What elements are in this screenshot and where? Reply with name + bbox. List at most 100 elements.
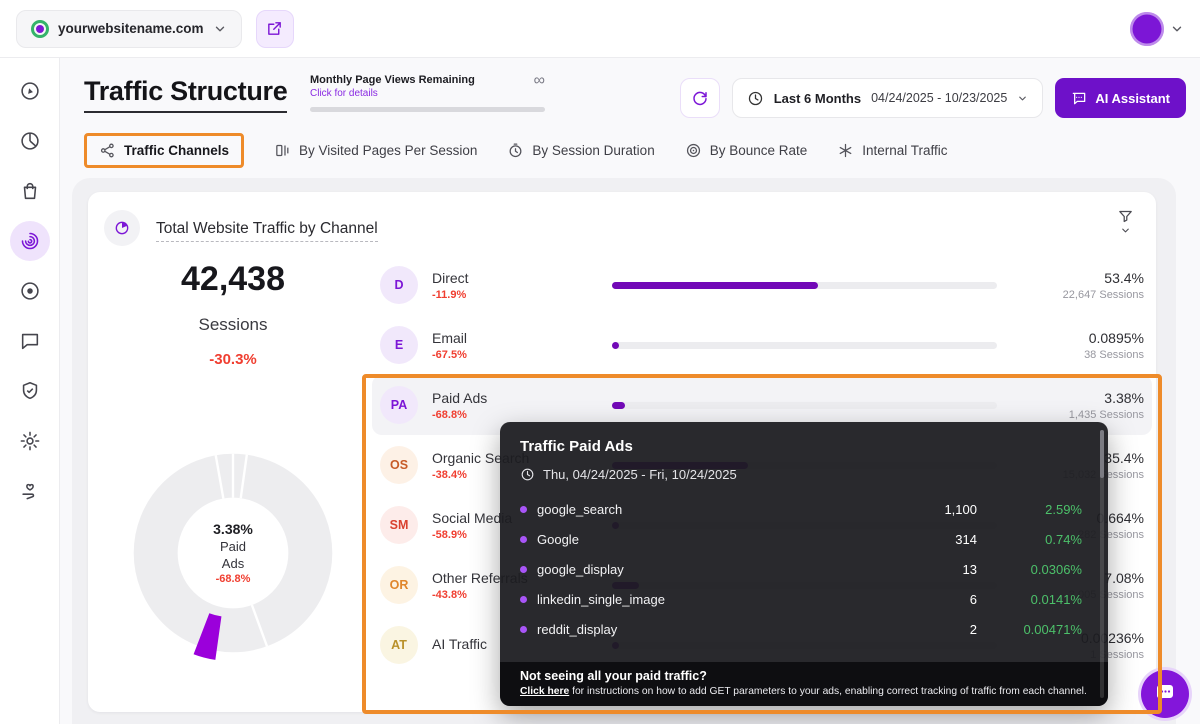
tooltip-row: reddit_display 2 0.00471% xyxy=(520,614,1082,644)
total-sessions-change: -30.3% xyxy=(103,351,363,368)
tooltip-source-name: google_display xyxy=(537,562,624,577)
sidebar-item-feedback[interactable] xyxy=(10,321,50,361)
quota-label: Monthly Page Views Remaining xyxy=(310,74,475,86)
clock-icon xyxy=(747,90,764,107)
tab-bounce-rate[interactable]: By Bounce Rate xyxy=(685,142,808,159)
paid-ads-tooltip: Traffic Paid Ads Thu, 04/24/2025 - Fri, … xyxy=(500,422,1108,706)
date-preset-label: Last 6 Months xyxy=(774,91,861,106)
donut-percent: 3.38% xyxy=(213,521,253,537)
channel-bar-track xyxy=(612,402,997,409)
chevron-down-icon xyxy=(1120,225,1131,236)
site-selector-label: yourwebsitename.com xyxy=(58,21,204,36)
filter-button[interactable] xyxy=(1117,208,1134,236)
ai-assistant-label: AI Assistant xyxy=(1095,91,1170,106)
tab-internal-traffic[interactable]: Internal Traffic xyxy=(837,142,947,159)
tooltip-source-sessions: 6 xyxy=(665,592,977,607)
channel-bar-fill xyxy=(612,402,625,409)
tooltip-source-sessions: 2 xyxy=(617,622,977,637)
tab-visited-pages[interactable]: By Visited Pages Per Session xyxy=(274,142,477,159)
open-site-button[interactable] xyxy=(256,10,294,48)
tab-traffic-channels[interactable]: Traffic Channels xyxy=(84,133,244,168)
tooltip-footer-text: for instructions on how to add GET param… xyxy=(569,686,1087,697)
sidebar-item-reports[interactable] xyxy=(10,121,50,161)
report-tabs: Traffic Channels By Visited Pages Per Se… xyxy=(84,131,948,169)
external-link-icon xyxy=(266,20,283,37)
channel-avatar: AT xyxy=(380,626,418,664)
tooltip-source-percent: 2.59% xyxy=(977,502,1082,517)
sidebar-item-ecommerce[interactable] xyxy=(10,171,50,211)
channel-avatar: OS xyxy=(380,446,418,484)
tab-label: Internal Traffic xyxy=(862,143,947,158)
avatar[interactable] xyxy=(1130,12,1164,46)
tooltip-source-percent: 0.0141% xyxy=(977,592,1082,607)
site-selector[interactable]: yourwebsitename.com xyxy=(16,10,242,48)
site-logo-icon xyxy=(31,20,49,38)
sidebar-item-settings[interactable] xyxy=(10,421,50,461)
channel-percent: 0.0895% xyxy=(997,330,1144,346)
tooltip-source-name: google_search xyxy=(537,502,622,517)
tooltip-scrollbar-thumb[interactable] xyxy=(1100,430,1104,478)
ai-assistant-button[interactable]: AI Assistant xyxy=(1055,78,1186,118)
quota-details-link[interactable]: Click for details xyxy=(310,88,475,99)
clock-icon xyxy=(520,467,535,482)
donut-chart-icon xyxy=(104,210,140,246)
share-nodes-icon xyxy=(99,142,116,159)
donut-label-line1: Paid xyxy=(220,539,246,554)
tooltip-row: Google 314 0.74% xyxy=(520,524,1082,554)
refresh-button[interactable] xyxy=(680,78,720,118)
bounce-rate-icon xyxy=(685,142,702,159)
ai-chat-icon xyxy=(1071,90,1087,106)
bullet-icon xyxy=(520,566,527,573)
tooltip-source-percent: 0.74% xyxy=(977,532,1082,547)
date-range-selector[interactable]: Last 6 Months 04/24/2025 - 10/23/2025 xyxy=(732,78,1044,118)
infinity-value: ∞ xyxy=(534,74,545,88)
channel-change: -11.9% xyxy=(432,289,592,301)
channel-avatar: OR xyxy=(380,566,418,604)
sidebar-item-support[interactable] xyxy=(10,471,50,511)
tooltip-row: google_display 13 0.0306% xyxy=(520,554,1082,584)
channel-bar-track xyxy=(612,342,997,349)
donut-chart[interactable]: 3.38% Paid Ads -68.8% xyxy=(128,448,338,658)
tooltip-source-name: reddit_display xyxy=(537,622,617,637)
channel-row-direct[interactable]: D Direct -11.9% 53.4% 22,647 Sessions xyxy=(372,255,1152,315)
record-icon xyxy=(19,280,41,302)
tooltip-source-sessions: 314 xyxy=(579,532,977,547)
sidebar-item-navigate[interactable] xyxy=(10,71,50,111)
tooltip-source-percent: 0.0306% xyxy=(977,562,1082,577)
channel-name: Paid Ads xyxy=(432,390,592,406)
channel-avatar: SM xyxy=(380,506,418,544)
session-duration-icon xyxy=(507,142,524,159)
channel-name: Direct xyxy=(432,270,592,286)
channel-row-email[interactable]: E Email -67.5% 0.0895% 38 Sessions xyxy=(372,315,1152,375)
bullet-icon xyxy=(520,506,527,513)
navigate-icon xyxy=(19,80,41,102)
date-range-label: 04/24/2025 - 10/23/2025 xyxy=(871,91,1007,105)
channel-name: Email xyxy=(432,330,592,346)
channel-percent: 53.4% xyxy=(997,270,1144,286)
tooltip-date-range: Thu, 04/24/2025 - Fri, 10/24/2025 xyxy=(543,467,737,482)
hand-heart-icon xyxy=(19,480,41,502)
sidebar-item-traffic[interactable] xyxy=(10,221,50,261)
chevron-down-icon[interactable] xyxy=(1170,22,1184,36)
channel-sessions: 22,647 Sessions xyxy=(997,289,1144,301)
tooltip-source-percent: 0.00471% xyxy=(977,622,1082,637)
bullet-icon xyxy=(520,596,527,603)
support-chat-button[interactable] xyxy=(1141,670,1189,718)
sessions-summary: 42,438 Sessions -30.3% xyxy=(103,260,363,368)
channel-avatar: E xyxy=(380,326,418,364)
pie-chart-icon xyxy=(19,130,41,152)
sidebar-item-recordings[interactable] xyxy=(10,271,50,311)
tooltip-source-sessions: 1,100 xyxy=(622,502,977,517)
tooltip-row: linkedin_single_image 6 0.0141% xyxy=(520,584,1082,614)
pageviews-quota: Monthly Page Views Remaining Click for d… xyxy=(310,74,545,112)
channel-change: -67.5% xyxy=(432,349,592,361)
tooltip-footer-title: Not seeing all your paid traffic? xyxy=(520,669,1088,683)
tab-session-duration[interactable]: By Session Duration xyxy=(507,142,654,159)
tab-label: By Bounce Rate xyxy=(710,143,808,158)
donut-center-label: 3.38% Paid Ads -68.8% xyxy=(128,448,338,658)
pages-columns-icon xyxy=(274,142,291,159)
channel-avatar: D xyxy=(380,266,418,304)
shield-icon xyxy=(19,380,41,402)
click-here-link[interactable]: Click here xyxy=(520,686,569,697)
sidebar-item-security[interactable] xyxy=(10,371,50,411)
